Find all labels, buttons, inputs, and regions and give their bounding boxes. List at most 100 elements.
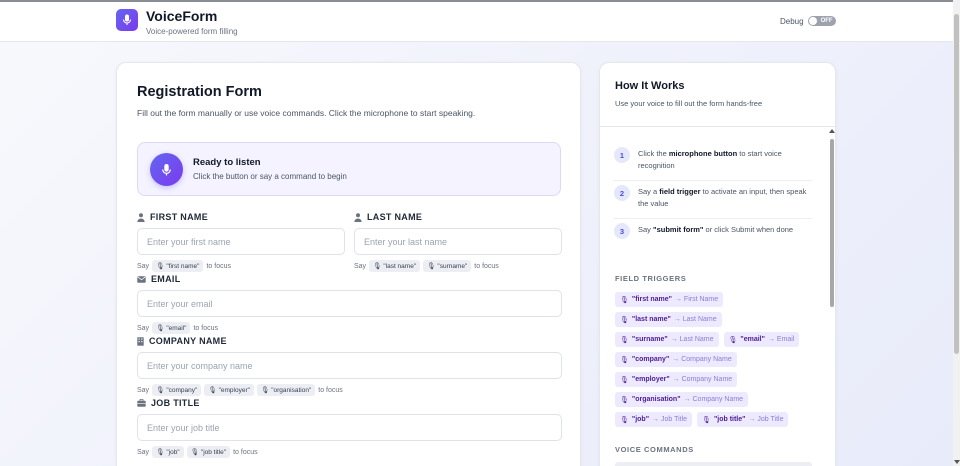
steps-list: 1 Click the microphone button to start v… (614, 143, 812, 247)
first-name-hint: Say 🎙 "first name" to focus (137, 260, 345, 272)
mic-icon: 🎙 (620, 356, 629, 364)
company-field: COMPANY NAME Say 🎙"company" 🎙"employer" … (137, 335, 562, 396)
envelope-icon (137, 275, 146, 283)
voice-chip: 🎙 "job" (152, 446, 184, 458)
last-name-label: LAST NAME (367, 212, 423, 222)
mic-icon: 🎙 (620, 296, 629, 304)
chip-text: "email" (166, 324, 187, 332)
trigger-chip: 🎙 "organisation" → Company Name (615, 392, 749, 407)
first-name-field: FIRST NAME Say 🎙"first name" to focus (137, 211, 345, 272)
voice-status-panel: Ready to listen Click the button or say … (137, 142, 561, 196)
scroll-up-arrow-icon[interactable] (829, 129, 835, 133)
last-name-field: LAST NAME Say 🎙"last name" 🎙"surname" to… (354, 211, 562, 272)
listen-status-subtitle: Click the button or say a command to beg… (193, 172, 347, 181)
hint-to-focus: to focus (193, 324, 218, 332)
last-name-hint: Say 🎙 "last name" 🎙 "surname" to focus (354, 260, 562, 272)
trigger-chip: 🎙 "job title" → Job Title (697, 412, 789, 427)
company-label: COMPANY NAME (149, 336, 227, 346)
job-title-input[interactable] (137, 414, 562, 441)
mic-icon: 🎙 (156, 325, 165, 332)
building-icon (137, 336, 144, 346)
mic-icon: 🎙 (620, 336, 629, 344)
voice-chip: 🎙 "surname" (423, 260, 472, 272)
mic-icon: 🎙 (156, 449, 165, 456)
microphone-button[interactable] (150, 153, 183, 186)
trigger-chip: 🎙 "employer" → Company Name (615, 372, 738, 387)
mic-icon: 🎙 (208, 387, 217, 394)
email-label-row: EMAIL (137, 273, 562, 285)
chip-text: "organisation" (271, 386, 312, 394)
toggle-knob (808, 17, 817, 25)
email-input[interactable] (137, 290, 562, 317)
chip-text: "first name" (166, 262, 200, 270)
debug-toggle[interactable]: OFF (807, 16, 836, 26)
field-triggers-heading: FIELD TRIGGERS (615, 274, 687, 283)
company-input[interactable] (137, 352, 562, 379)
mic-icon: 🎙 (620, 396, 629, 404)
mic-icon: 🎙 (728, 336, 738, 344)
step-number: 3 (614, 223, 630, 239)
hint-to-focus: to focus (318, 386, 343, 394)
hint-say: Say (354, 262, 367, 270)
trigger-chip: 🎙 "job" → Job Title (615, 412, 693, 427)
trigger-chip: 🎙 "company" → Company Name (615, 352, 737, 367)
voice-chip: 🎙 "email" (152, 322, 191, 334)
chip-text: "job" (166, 448, 180, 456)
voice-chip: 🎙 "company" (152, 384, 202, 396)
how-it-works-subtitle: Use your voice to fill out the form hand… (615, 99, 763, 108)
chip-text: "employer" (218, 386, 250, 394)
side-panel-scrollbar-thumb[interactable] (830, 139, 834, 307)
chip-text: "last name" (383, 262, 417, 270)
mic-icon: 🎙 (620, 316, 629, 324)
step-number: 1 (614, 147, 630, 163)
app-header: VoiceForm Voice-powered form filling Deb… (0, 2, 953, 42)
chip-text: "company" (166, 386, 198, 394)
hint-to-focus: to focus (233, 448, 258, 456)
mic-icon: 🎙 (373, 263, 382, 270)
mic-icon: 🎙 (156, 263, 165, 270)
app-title: VoiceForm (146, 8, 218, 24)
page-scrollbar-thumb[interactable] (954, 14, 959, 354)
step-item: 3 Say "submit form" or click Submit when… (614, 219, 812, 247)
debug-state: OFF (820, 18, 833, 24)
app-subtitle: Voice-powered form filling (146, 27, 238, 36)
briefcase-icon (137, 399, 146, 407)
form-description: Fill out the form manually or use voice … (137, 108, 476, 118)
trigger-chip: 🎙 "first name" → First Name (615, 292, 724, 307)
first-name-label: FIRST NAME (150, 212, 208, 222)
chip-text: "surname" (437, 262, 468, 270)
step-text: Say a field trigger to activate an input… (638, 187, 807, 208)
debug-label: Debug (780, 16, 804, 26)
form-title: Registration Form (137, 84, 262, 100)
mic-icon: 🎙 (620, 416, 629, 424)
hint-say: Say (137, 386, 150, 394)
how-it-works-title: How It Works (615, 80, 685, 92)
step-text: Click the microphone button to start voi… (638, 149, 782, 170)
email-field: EMAIL Say 🎙"email" to focus (137, 273, 562, 334)
voice-commands-heading: VOICE COMMANDS (615, 445, 694, 454)
page-scrollbar[interactable] (953, 0, 960, 466)
job-title-label-row: JOB TITLE (137, 397, 562, 409)
step-item: 1 Click the microphone button to start v… (614, 143, 812, 181)
logo-mic-icon (116, 9, 138, 31)
hint-to-focus: to focus (206, 262, 231, 270)
voice-chip: 🎙 "employer" (204, 384, 254, 396)
first-name-input[interactable] (137, 228, 345, 255)
person-icon (354, 212, 362, 222)
step-text: Say "submit form" or click Submit when d… (638, 225, 794, 234)
mic-icon: 🎙 (620, 376, 629, 384)
voice-chip: 🎙 "organisation" (256, 384, 316, 396)
debug-control: Debug OFF (780, 16, 836, 26)
mic-icon: 🎙 (190, 449, 199, 456)
side-panel-scrollbar[interactable] (829, 129, 835, 466)
scroll-down-arrow-icon[interactable] (954, 460, 960, 464)
how-it-works-card: How It Works Use your voice to fill out … (599, 62, 836, 466)
first-name-label-row: FIRST NAME (137, 211, 345, 223)
voice-chip: 🎙 "job title" (186, 446, 231, 458)
step-number: 2 (614, 185, 630, 201)
voice-chip: 🎙 "first name" (152, 260, 204, 272)
last-name-input[interactable] (354, 228, 562, 255)
mic-icon: 🎙 (427, 263, 436, 270)
hint-say: Say (137, 324, 150, 332)
voice-command-item (615, 462, 812, 466)
